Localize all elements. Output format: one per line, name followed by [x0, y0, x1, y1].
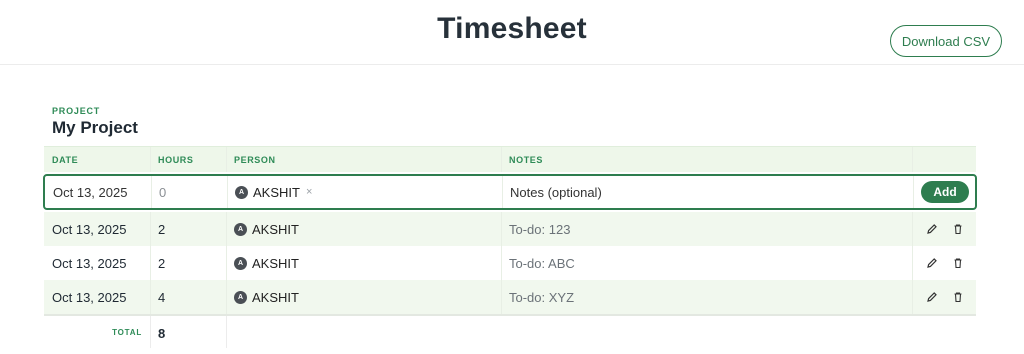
- person-name: AKSHIT: [252, 289, 299, 305]
- hours-input[interactable]: 0: [159, 176, 166, 208]
- table-header-row: DATE HOURS PERSON NOTES: [44, 146, 976, 172]
- project-name: My Project: [52, 118, 138, 137]
- trash-icon[interactable]: [950, 221, 966, 237]
- avatar: A: [234, 256, 247, 270]
- new-entry-row: Oct 13, 2025 0 A AKSHIT × Notes (optiona…: [43, 174, 977, 210]
- person-name: AKSHIT: [253, 184, 300, 200]
- row-date: Oct 13, 2025: [52, 289, 127, 305]
- column-header-person: PERSON: [234, 154, 276, 165]
- date-input[interactable]: Oct 13, 2025: [53, 176, 127, 208]
- avatar: A: [235, 185, 248, 199]
- column-header-notes: NOTES: [509, 154, 544, 165]
- total-hours: 8: [158, 326, 166, 341]
- table-row: Oct 13, 2025 2 A AKSHIT To-do: 123: [44, 212, 976, 246]
- table-row: Oct 13, 2025 2 A AKSHIT To-do: ABC: [44, 246, 976, 280]
- row-hours: 2: [158, 221, 166, 237]
- row-date: Oct 13, 2025: [52, 255, 127, 271]
- row-notes: To-do: XYZ: [509, 289, 575, 305]
- row-person: A AKSHIT: [234, 246, 299, 280]
- trash-icon[interactable]: [950, 289, 966, 305]
- pencil-icon[interactable]: [924, 255, 940, 271]
- table-row: Oct 13, 2025 4 A AKSHIT To-do: XYZ: [44, 280, 976, 314]
- total-row: TOTAL 8: [44, 314, 976, 348]
- download-csv-button[interactable]: Download CSV: [890, 25, 1002, 57]
- person-name: AKSHIT: [252, 221, 299, 237]
- timesheet-table: DATE HOURS PERSON NOTES Oct 13, 2025 0 A…: [43, 146, 977, 314]
- pencil-icon[interactable]: [924, 289, 940, 305]
- row-actions: [914, 280, 976, 314]
- pencil-icon[interactable]: [924, 221, 940, 237]
- person-select[interactable]: A AKSHIT ×: [235, 176, 312, 208]
- row-actions: [914, 246, 976, 280]
- row-hours: 2: [158, 255, 166, 271]
- avatar: A: [234, 222, 247, 236]
- row-person: A AKSHIT: [234, 280, 299, 314]
- column-header-date: DATE: [52, 154, 79, 165]
- notes-input[interactable]: Notes (optional): [510, 176, 602, 208]
- trash-icon[interactable]: [950, 255, 966, 271]
- row-notes: To-do: ABC: [509, 255, 575, 271]
- total-label: TOTAL: [112, 328, 142, 337]
- app-header: Timesheet Download CSV: [0, 0, 1024, 65]
- avatar: A: [234, 290, 247, 304]
- person-name: AKSHIT: [252, 255, 299, 271]
- row-actions: [914, 212, 976, 246]
- row-notes: To-do: 123: [509, 221, 571, 237]
- row-hours: 4: [158, 289, 166, 305]
- project-label: PROJECT: [52, 106, 101, 116]
- add-button[interactable]: Add: [921, 181, 969, 203]
- row-person: A AKSHIT: [234, 212, 299, 246]
- column-header-hours: HOURS: [158, 154, 194, 165]
- page-title: Timesheet: [437, 12, 587, 45]
- remove-person-icon[interactable]: ×: [306, 186, 312, 198]
- row-date: Oct 13, 2025: [52, 221, 127, 237]
